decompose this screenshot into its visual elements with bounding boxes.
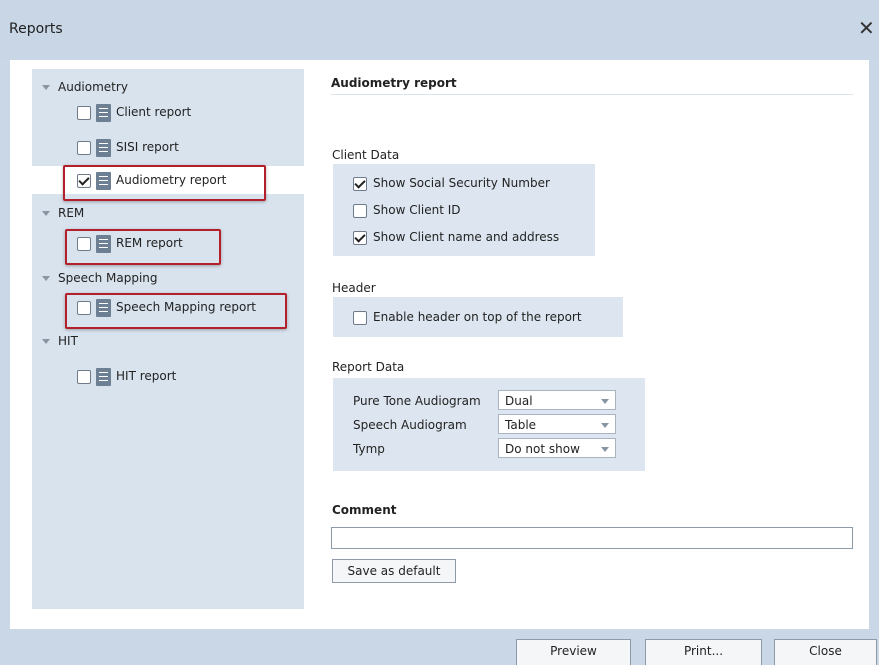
tree-group-hit[interactable]: HIT [42,331,78,351]
comment-label: Comment [332,503,397,517]
header-group: Enable header on top of the report [333,297,623,337]
divider [331,94,853,95]
tree-item-label: Client report [116,105,192,119]
chevron-down-icon [601,399,609,404]
report-heading: Audiometry report [331,76,457,90]
option-label: Enable header on top of the report [373,310,582,324]
pure-tone-select[interactable]: Dual [498,390,616,410]
client-data-label: Client Data [332,148,400,162]
pure-tone-label: Pure Tone Audiogram [353,394,481,408]
comment-input[interactable] [331,527,853,549]
option-show-client-name[interactable]: Show Client name and address [353,228,559,246]
client-report-checkbox[interactable] [77,105,91,120]
close-icon[interactable]: ✕ [858,17,878,39]
window-title: Reports [9,21,63,37]
preview-button[interactable]: Preview [516,639,631,665]
tree-group-label: HIT [58,334,78,348]
show-client-id-checkbox[interactable] [353,203,367,218]
chevron-down-icon[interactable] [42,276,50,281]
select-value: Table [505,418,537,432]
report-data-label: Report Data [332,360,405,374]
tree-group-label: REM [58,206,85,220]
highlight-box [65,229,221,265]
show-client-name-checkbox[interactable] [353,230,367,245]
report-data-group: Pure Tone Audiogram Dual Speech Audiogra… [333,378,645,471]
option-enable-header[interactable]: Enable header on top of the report [353,308,582,326]
report-tree: Audiometry Client report SISI report Aud… [32,69,304,609]
show-ssn-checkbox[interactable] [353,176,367,191]
document-icon [96,103,111,122]
chevron-down-icon [601,423,609,428]
client-data-group: Show Social Security Number Show Client … [333,164,595,256]
highlight-box [65,293,287,329]
tree-group-label: Speech Mapping [58,271,158,285]
select-value: Dual [505,394,533,408]
title-bar: Reports ✕ [0,0,879,60]
tree-item-label: HIT report [116,369,177,383]
tree-item-label: SISI report [116,140,179,154]
tree-group-rem[interactable]: REM [42,203,84,223]
hit-report-checkbox[interactable] [77,369,91,384]
tree-item-hit-report[interactable]: HIT report [77,364,176,388]
document-icon [96,138,111,157]
highlight-box [63,165,266,201]
header-label: Header [332,281,376,295]
chevron-down-icon[interactable] [42,339,50,344]
chevron-down-icon[interactable] [42,211,50,216]
enable-header-checkbox[interactable] [353,310,367,325]
option-show-ssn[interactable]: Show Social Security Number [353,174,550,192]
tree-group-speech-mapping[interactable]: Speech Mapping [42,268,158,288]
chevron-down-icon[interactable] [42,85,50,90]
option-label: Show Client name and address [373,230,560,244]
tymp-label: Tymp [353,442,385,456]
tree-item-client-report[interactable]: Client report [77,100,191,124]
speech-audiogram-select[interactable]: Table [498,414,616,434]
speech-audiogram-label: Speech Audiogram [353,418,467,432]
sisi-report-checkbox[interactable] [77,140,91,155]
option-label: Show Social Security Number [373,176,550,190]
tree-item-sisi-report[interactable]: SISI report [77,135,179,159]
document-icon [96,367,111,386]
save-as-default-button[interactable]: Save as default [332,559,456,583]
option-show-client-id[interactable]: Show Client ID [353,201,461,219]
tymp-select[interactable]: Do not show [498,438,616,458]
print-button[interactable]: Print... [645,639,762,665]
dialog-body: Audiometry Client report SISI report Aud… [10,60,869,629]
close-button[interactable]: Close [774,639,877,665]
select-value: Do not show [505,442,580,456]
option-label: Show Client ID [373,203,461,217]
tree-group-label: Audiometry [58,80,128,94]
tree-group-audiometry[interactable]: Audiometry [42,77,128,97]
chevron-down-icon [601,447,609,452]
